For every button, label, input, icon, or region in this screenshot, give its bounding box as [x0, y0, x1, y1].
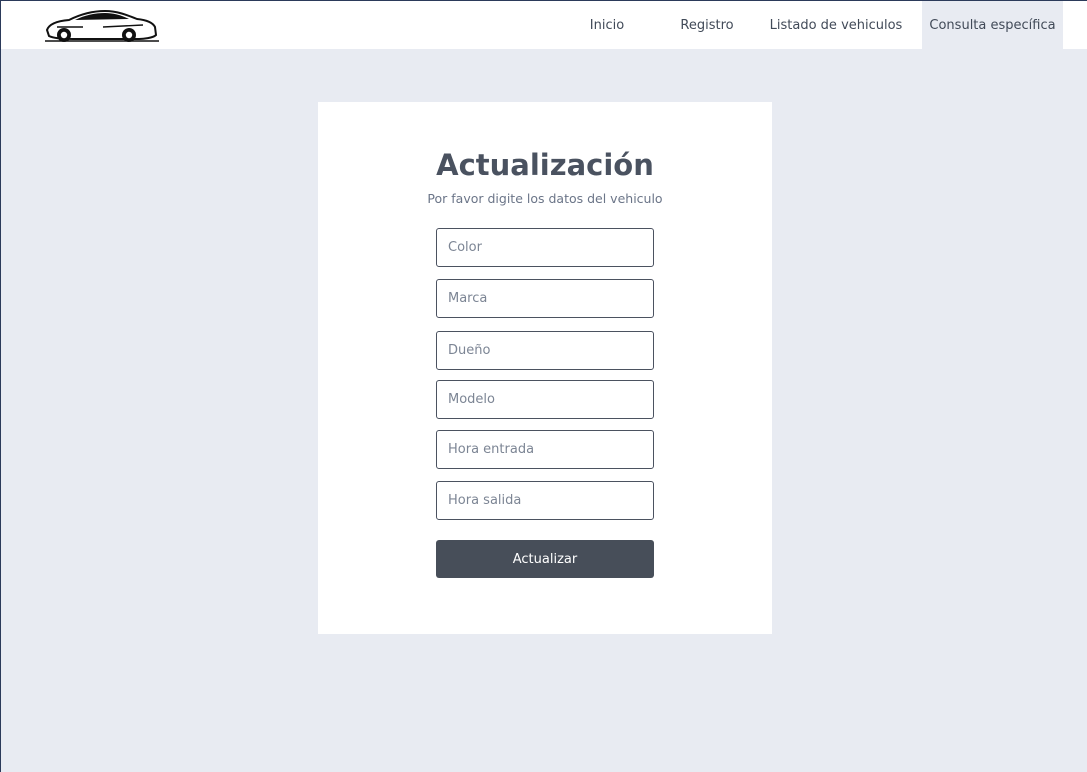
- nav-link-registro[interactable]: Registro: [667, 1, 747, 49]
- marca-field[interactable]: [436, 279, 654, 318]
- sports-car-icon[interactable]: [43, 5, 161, 49]
- nav-link-inicio[interactable]: Inicio: [572, 1, 642, 49]
- page-subtitle: Por favor digite los datos del vehiculo: [427, 191, 663, 206]
- actualizar-button[interactable]: Actualizar: [436, 540, 654, 578]
- nav-link-listado[interactable]: Listado de vehiculos: [765, 1, 907, 49]
- modelo-field[interactable]: [436, 380, 654, 419]
- hora-entrada-field[interactable]: [436, 430, 654, 469]
- hora-salida-field[interactable]: [436, 481, 654, 520]
- nav-link-consulta[interactable]: Consulta específica: [922, 1, 1063, 49]
- color-field[interactable]: [436, 228, 654, 267]
- dueno-field[interactable]: [436, 331, 654, 370]
- page-title: Actualización: [436, 148, 654, 182]
- top-navbar: Inicio Registro Listado de vehiculos Con…: [1, 1, 1087, 49]
